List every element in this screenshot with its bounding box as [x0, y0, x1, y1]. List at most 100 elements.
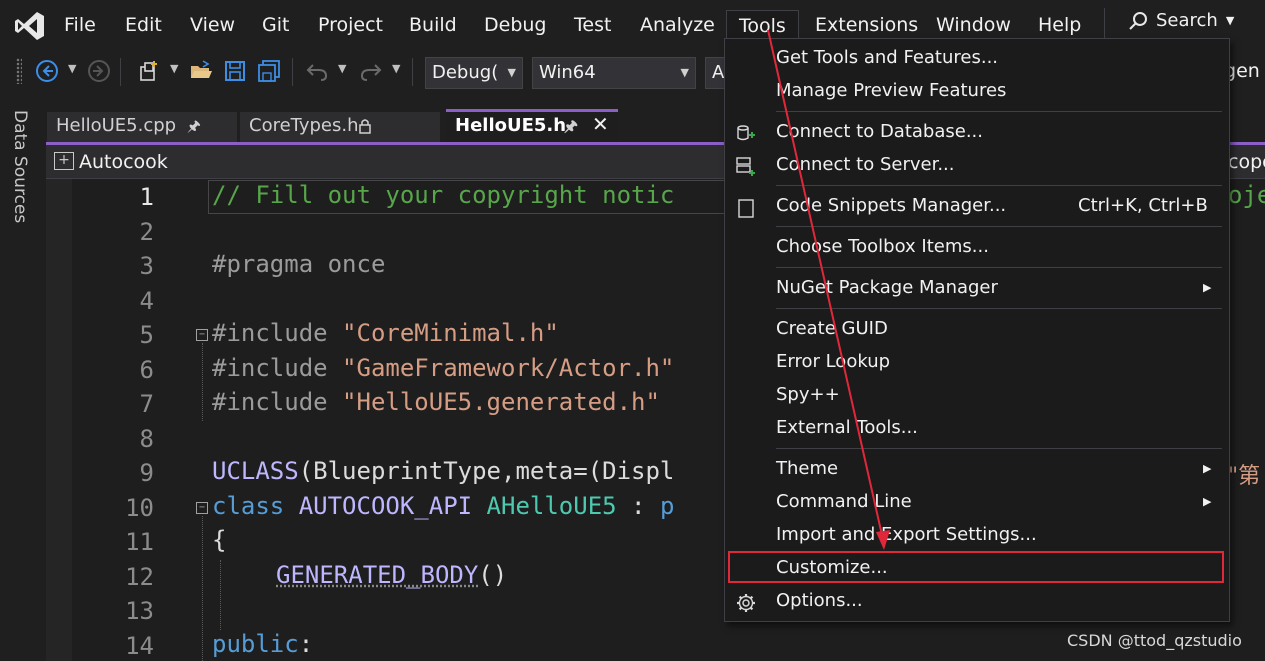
menu-item-code-snippets[interactable]: Code Snippets Manager... Ctrl+K, Ctrl+B [725, 191, 1229, 224]
menu-view[interactable]: View [190, 12, 235, 40]
pin-icon[interactable]: 🖈 [564, 112, 578, 140]
chevron-down-icon: ▼ [508, 58, 516, 88]
code-line-12: GENERATED_BODY() [276, 561, 507, 589]
menu-separator [776, 267, 1222, 268]
menu-project[interactable]: Project [318, 12, 383, 40]
toolbar-separator [120, 58, 121, 86]
save-icon [223, 59, 247, 83]
code-line-5: #include "CoreMinimal.h" [212, 319, 559, 347]
redo-button[interactable] [358, 58, 384, 84]
back-navigate-button[interactable] [34, 58, 60, 84]
menu-item-choose-toolbox[interactable]: Choose Toolbox Items... [725, 232, 1229, 265]
code-string-fragment: "第 [1228, 458, 1260, 490]
menu-window[interactable]: Window [936, 12, 1011, 40]
menu-item-theme[interactable]: Theme ▶ [725, 454, 1229, 487]
menu-test[interactable]: Test [574, 12, 611, 40]
forward-navigate-button[interactable] [86, 58, 112, 84]
menu-item-spy[interactable]: Spy++ [725, 380, 1229, 413]
menu-item-label: Code Snippets Manager... [776, 195, 1006, 216]
undo-dropdown-chevron-icon[interactable]: ▼ [338, 62, 346, 75]
new-dropdown-chevron-icon[interactable]: ▼ [170, 62, 178, 75]
close-icon[interactable]: ✕ [592, 110, 609, 138]
solution-configuration-select[interactable]: Debug( ▼ [425, 57, 523, 89]
code-line-14: public: [212, 630, 313, 658]
new-project-button[interactable] [136, 58, 162, 84]
code-preprocessor: #include [212, 354, 342, 382]
redo-icon [359, 59, 383, 83]
menu-help[interactable]: Help [1038, 12, 1081, 40]
code-line-7: #include "HelloUE5.generated.h" [212, 388, 660, 416]
fold-toggle-icon[interactable]: − [196, 329, 208, 341]
code-keyword: class [212, 492, 299, 520]
menu-item-error-lookup[interactable]: Error Lookup [725, 347, 1229, 380]
code-macro: GENERATED_BODY [276, 561, 478, 589]
tab-hellopue5-cpp[interactable]: HelloUE5.cpp 🖈 [47, 112, 237, 142]
fold-toggle-icon[interactable]: − [196, 502, 208, 514]
menu-item-create-guid[interactable]: Create GUID [725, 314, 1229, 347]
menu-item-connect-server[interactable]: Connect to Server... [725, 150, 1229, 183]
search-button[interactable]: Search ▼ [1128, 10, 1234, 31]
menu-debug[interactable]: Debug [484, 12, 546, 40]
menu-item-shortcut: Ctrl+K, Ctrl+B [1078, 195, 1208, 216]
search-label: Search [1156, 10, 1218, 31]
menu-analyze[interactable]: Analyze [640, 12, 715, 40]
fold-guide [202, 343, 203, 421]
back-dropdown-chevron-icon[interactable]: ▼ [68, 62, 76, 75]
forward-arrow-icon [87, 59, 111, 83]
back-arrow-icon [35, 59, 59, 83]
line-number: 1 [72, 183, 154, 211]
tab-hellopue5-h[interactable]: HelloUE5.h 🖈 ✕ [446, 109, 618, 142]
project-dropdown[interactable]: Autocook [79, 151, 168, 173]
scope-dropdown-fragment[interactable]: cope [1228, 151, 1265, 173]
startup-project-value: A [712, 62, 724, 83]
menu-item-command-line[interactable]: Command Line ▶ [725, 487, 1229, 520]
code-text: : [617, 492, 660, 520]
menu-extensions[interactable]: Extensions [815, 12, 918, 40]
menu-separator [776, 448, 1222, 449]
database-connect-icon [735, 123, 757, 145]
tab-coretypes-h[interactable]: CoreTypes.h [240, 112, 440, 142]
solution-platform-value: Win64 [539, 62, 596, 83]
save-all-icon [257, 59, 281, 83]
menu-build[interactable]: Build [409, 12, 457, 40]
data-sources-tab[interactable]: Data Sources [10, 110, 30, 223]
editor-margin [46, 179, 72, 661]
menu-item-label: External Tools... [776, 417, 918, 438]
visual-studio-logo-icon [14, 10, 46, 42]
menu-item-manage-preview[interactable]: Manage Preview Features [725, 76, 1229, 109]
menu-separator [1104, 8, 1105, 38]
menu-item-label: Import and Export Settings... [776, 524, 1037, 545]
code-comment-fragment: oje [1228, 181, 1265, 209]
menu-separator [776, 185, 1222, 186]
menu-item-get-tools[interactable]: Get Tools and Features... [725, 43, 1229, 76]
menu-item-connect-database[interactable]: Connect to Database... [725, 117, 1229, 150]
gear-icon [735, 592, 757, 614]
line-number: 11 [72, 528, 154, 556]
tab-label: HelloUE5.cpp [56, 115, 176, 136]
menu-item-nuget[interactable]: NuGet Package Manager ▶ [725, 273, 1229, 306]
menu-item-import-export[interactable]: Import and Export Settings... [725, 520, 1229, 553]
redo-dropdown-chevron-icon[interactable]: ▼ [392, 62, 400, 75]
menu-item-label: Error Lookup [776, 351, 890, 372]
open-file-button[interactable] [188, 58, 214, 84]
menu-git[interactable]: Git [262, 12, 289, 40]
pin-icon[interactable]: 🖈 [187, 112, 201, 140]
toolbar-grip[interactable] [16, 58, 22, 84]
menu-separator [776, 226, 1222, 227]
save-all-button[interactable] [256, 58, 282, 84]
code-text: () [478, 561, 507, 589]
line-number: 7 [72, 390, 154, 418]
undo-button[interactable] [304, 58, 330, 84]
save-button[interactable] [222, 58, 248, 84]
chevron-down-icon: ▼ [681, 58, 689, 88]
menu-item-external-tools[interactable]: External Tools... [725, 413, 1229, 446]
menu-item-label: Connect to Database... [776, 121, 983, 142]
menu-file[interactable]: File [64, 12, 96, 40]
code-macro: AUTOCOOK_API [299, 492, 487, 520]
annotation-highlight-box [728, 551, 1224, 583]
menu-item-label: Theme [776, 458, 838, 479]
menu-edit[interactable]: Edit [125, 12, 162, 40]
menu-item-options[interactable]: Options... [725, 586, 1229, 619]
code-preprocessor: #include [212, 388, 342, 416]
solution-platform-select[interactable]: Win64 ▼ [532, 57, 696, 89]
